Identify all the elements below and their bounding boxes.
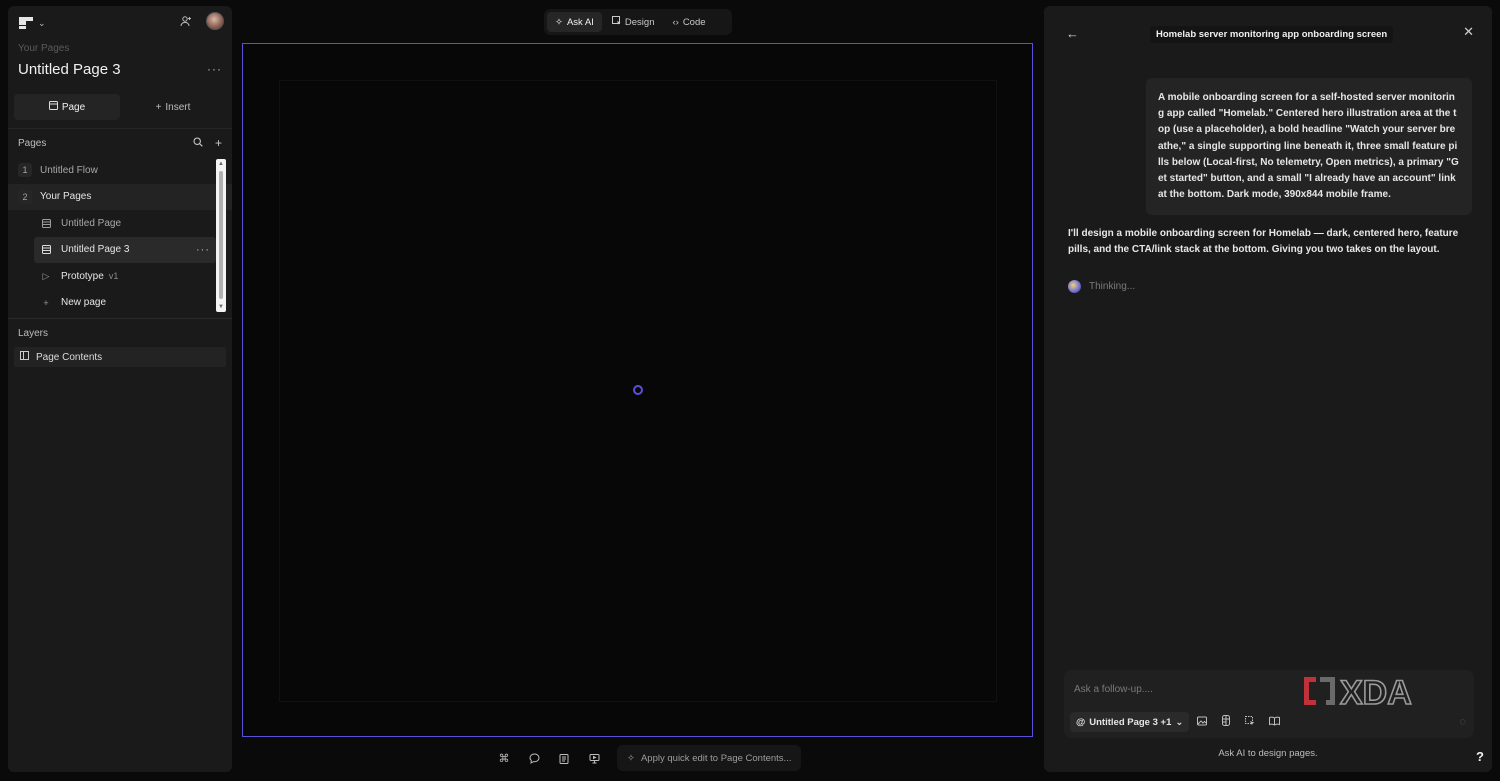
loading-spinner-icon — [633, 385, 643, 395]
page-label: Untitled Page 3 — [61, 244, 130, 256]
page-number: 1 — [18, 163, 32, 178]
follow-up-input[interactable] — [1074, 684, 1284, 695]
present-icon[interactable] — [581, 745, 607, 771]
tab-insert[interactable]: + Insert — [120, 94, 226, 120]
ask-ai-button[interactable]: ✧ Ask AI — [547, 12, 602, 32]
page-label: Your Pages — [40, 191, 92, 203]
layer-label: Page Contents — [36, 351, 103, 363]
pages-list: 1 Untitled Flow 2 Your Pages Untitled Pa… — [8, 157, 232, 312]
book-icon[interactable] — [1263, 716, 1285, 729]
ai-footer-hint: Ask AI to design pages. — [1218, 748, 1318, 759]
more-options-button[interactable]: ··· — [207, 62, 222, 76]
ai-panel-header: ← Homelab server monitoring app onboardi… — [1044, 6, 1492, 58]
page-label: Untitled Page — [61, 217, 122, 229]
page-label: New page — [61, 297, 107, 309]
list-item[interactable]: 1 Untitled Flow — [8, 157, 232, 184]
chevron-down-icon[interactable]: ⌄ — [38, 18, 46, 29]
new-page-button[interactable]: + New page — [8, 290, 232, 317]
add-page-button[interactable]: + — [215, 136, 222, 150]
back-arrow-icon[interactable]: ← — [1066, 26, 1079, 41]
list-item[interactable]: Untitled Page 3 ··· — [34, 236, 216, 263]
image-icon[interactable] — [1191, 716, 1213, 729]
user-message: A mobile onboarding screen for a self-ho… — [1146, 78, 1472, 216]
sparkle-icon: ✧ — [627, 752, 635, 764]
ai-chat-panel: ← Homelab server monitoring app onboardi… — [1044, 6, 1492, 772]
page-icon — [40, 218, 52, 228]
ai-message: I'll design a mobile onboarding screen f… — [1068, 228, 1459, 255]
page-icon — [48, 101, 58, 113]
chevron-down-icon: ⌄ — [1175, 716, 1184, 728]
layers-header: Layers — [8, 319, 232, 347]
bottom-toolbar: ⌘ ✧ Apply quick edit to Page Contents... — [491, 744, 802, 772]
ask-ai-label: Ask AI — [566, 16, 594, 28]
search-icon[interactable] — [193, 136, 203, 150]
plus-icon: + — [155, 101, 162, 113]
page-label: Untitled Flow — [40, 164, 98, 176]
tab-insert-label: Insert — [165, 101, 191, 113]
page-number: 2 — [18, 189, 32, 204]
mode-switcher: ✧ Ask AI Design ‹› Code — [544, 9, 732, 35]
version-tag: v1 — [108, 271, 119, 282]
list-item[interactable]: ▷ Prototype v1 — [8, 263, 232, 290]
pages-header: Pages + — [8, 129, 232, 157]
page-label: Prototype — [61, 270, 104, 282]
xda-watermark-logo: XDA — [1300, 673, 1440, 713]
thinking-indicator: Thinking... — [1068, 280, 1135, 293]
app-logo-icon[interactable] — [18, 15, 34, 31]
figma-icon[interactable] — [1215, 715, 1237, 729]
tab-page[interactable]: Page — [14, 94, 120, 120]
select-element-icon[interactable] — [1239, 715, 1261, 729]
help-button[interactable]: ? — [1476, 749, 1484, 764]
page-title-row: Untitled Page 3 ··· — [8, 54, 232, 82]
code-button[interactable]: ‹› Code — [664, 12, 713, 32]
cursor-icon — [611, 16, 621, 28]
sidebar-top-row: ⌄ — [8, 6, 232, 40]
breadcrumb[interactable]: Your Pages — [8, 40, 232, 54]
chat-title[interactable]: Homelab server monitoring app onboarding… — [1150, 26, 1394, 43]
close-icon[interactable]: ✕ — [1463, 24, 1474, 40]
design-canvas[interactable] — [242, 43, 1033, 737]
watermark-text: XDA — [1340, 674, 1412, 708]
layer-item[interactable]: Page Contents — [14, 347, 226, 367]
play-icon: ▷ — [42, 270, 50, 281]
quick-edit-input[interactable]: ✧ Apply quick edit to Page Contents... — [617, 745, 802, 771]
code-icon: ‹› — [672, 16, 679, 28]
scrollbar-thumb[interactable] — [219, 171, 223, 299]
context-chip[interactable]: @ Untitled Page 3 +1 ⌄ — [1070, 712, 1190, 732]
left-sidebar: ⌄ Your Pages Untitled Page 3 ··· Page + … — [8, 6, 232, 772]
page-icon — [40, 245, 52, 255]
composer-toolbar: @ Untitled Page 3 +1 ⌄ ◌ — [1070, 712, 1466, 732]
pages-header-label: Pages — [18, 137, 47, 149]
code-label: Code — [682, 16, 706, 28]
list-item[interactable]: Untitled Page — [8, 210, 232, 237]
design-label: Design — [624, 16, 655, 28]
list-item[interactable]: 2 Your Pages — [8, 183, 232, 210]
add-user-icon[interactable] — [180, 15, 192, 27]
layers-section: Layers Page Contents — [8, 318, 232, 367]
thinking-label: Thinking... — [1089, 281, 1136, 292]
mode-tabs: Page + Insert — [14, 94, 226, 120]
quick-edit-label: Apply quick edit to Page Contents... — [640, 752, 792, 764]
scroll-down-arrow-icon[interactable]: ▼ — [217, 303, 225, 311]
thinking-orb-icon — [1068, 280, 1081, 293]
context-chip-label: Untitled Page 3 +1 — [1089, 716, 1172, 728]
scrollbar[interactable]: ▲ ▼ — [216, 159, 226, 312]
row-more-button[interactable]: ··· — [196, 244, 210, 256]
context-prefix: @ — [1076, 716, 1086, 728]
sparkle-icon: ✧ — [555, 16, 563, 28]
avatar[interactable] — [206, 12, 224, 30]
tab-page-label: Page — [61, 101, 86, 113]
design-button[interactable]: Design — [604, 12, 663, 32]
scroll-up-arrow-icon[interactable]: ▲ — [217, 160, 225, 168]
layers-header-label: Layers — [18, 327, 49, 339]
clipboard-icon[interactable] — [551, 745, 577, 771]
layout-icon — [20, 351, 29, 363]
plus-icon: + — [43, 297, 49, 308]
chat-composer: XDA @ Untitled Page 3 +1 ⌄ ◌ — [1064, 670, 1474, 738]
send-loading-icon[interactable]: ◌ — [1459, 716, 1466, 728]
page-title[interactable]: Untitled Page 3 — [18, 61, 121, 78]
command-icon[interactable]: ⌘ — [491, 745, 517, 771]
comment-icon[interactable] — [521, 745, 547, 771]
